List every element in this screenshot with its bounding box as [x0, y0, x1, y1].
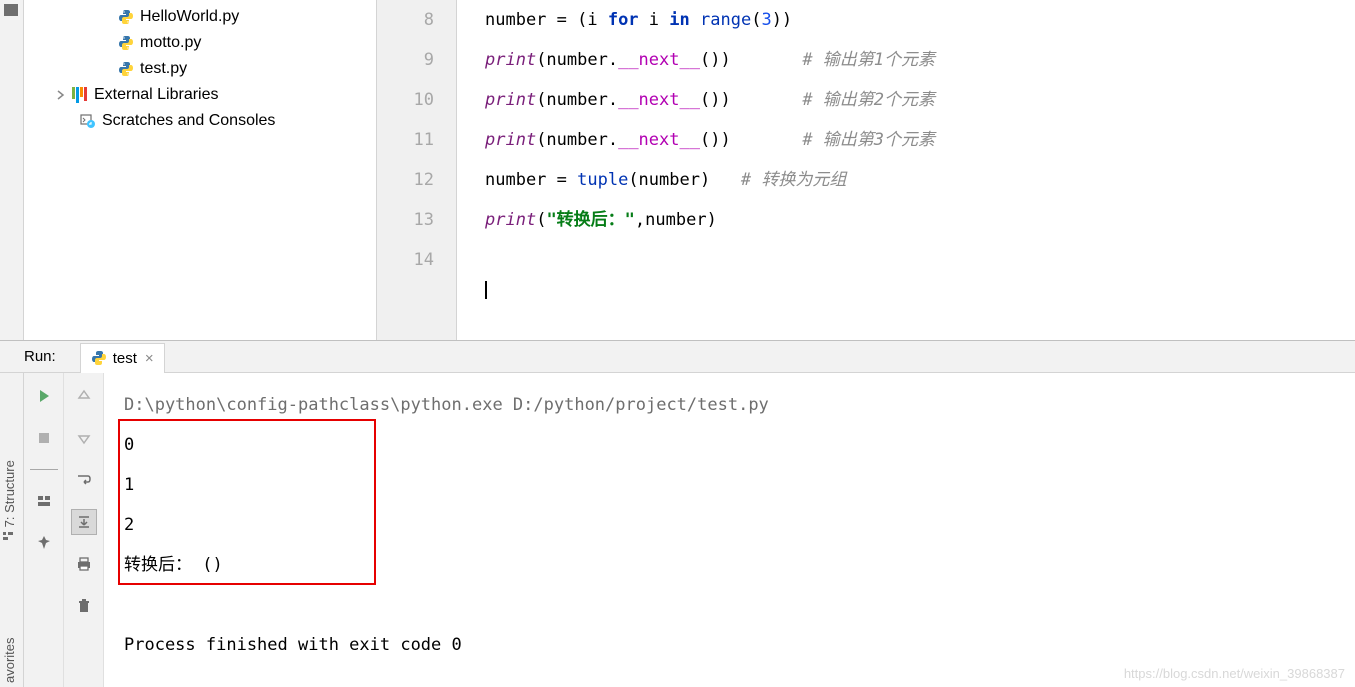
file-motto[interactable]: motto.py — [24, 30, 376, 56]
caret — [485, 280, 1355, 300]
line-gutter: 8 9 10 11 12 13 14 — [377, 0, 457, 340]
run-toolbar-primary — [24, 373, 64, 687]
code-line: print(number.__next__()) # 输出第2个元素 — [485, 80, 1355, 120]
file-helloworld[interactable]: HelloWorld.py — [24, 4, 376, 30]
chevron-right-icon — [52, 90, 70, 100]
line-number: 12 — [377, 160, 434, 200]
console-line: 2 — [124, 505, 1335, 545]
editor[interactable]: 8 9 10 11 12 13 14 number = (i for i in … — [376, 0, 1355, 340]
console-output[interactable]: D:\python\config-pathclass\python.exe D:… — [104, 373, 1355, 687]
line-number: 9 — [377, 40, 434, 80]
library-icon — [70, 87, 90, 103]
watermark: https://blog.csdn.net/weixin_39868387 — [1124, 666, 1345, 681]
stop-button[interactable] — [31, 425, 57, 451]
console-line: 转换后： () — [124, 545, 1335, 585]
print-button[interactable] — [71, 551, 97, 577]
python-file-icon — [116, 9, 136, 25]
file-label: motto.py — [140, 34, 201, 52]
down-button[interactable] — [71, 425, 97, 451]
code-content[interactable]: number = (i for i in range(3)) print(num… — [457, 0, 1355, 340]
favorites-tool-label[interactable]: avorites — [2, 637, 17, 683]
python-icon — [91, 350, 107, 366]
line-number: 14 — [377, 240, 434, 280]
python-file-icon — [116, 61, 136, 77]
line-number: 8 — [377, 0, 434, 40]
python-file-icon — [116, 35, 136, 51]
line-number: 11 — [377, 120, 434, 160]
code-line: print("转换后：",number) — [485, 200, 1355, 240]
run-tab-label: test — [113, 350, 137, 367]
layout-button[interactable] — [31, 488, 57, 514]
scratches-label: Scratches and Consoles — [102, 112, 275, 130]
console-command: D:\python\config-pathclass\python.exe D:… — [124, 385, 1335, 425]
console-exit: Process finished with exit code 0 — [124, 625, 1335, 665]
scratches-consoles[interactable]: Scratches and Consoles — [24, 108, 376, 134]
soft-wrap-button[interactable] — [71, 467, 97, 493]
project-folder-icon — [4, 4, 18, 16]
code-line — [485, 240, 1355, 280]
console-blank — [124, 585, 1335, 625]
left-gutter — [0, 0, 24, 340]
up-button[interactable] — [71, 383, 97, 409]
file-label: HelloWorld.py — [140, 8, 239, 26]
console-line: 1 — [124, 465, 1335, 505]
code-line: number = tuple(number) # 转换为元组 — [485, 160, 1355, 200]
project-tree[interactable]: HelloWorld.py motto.py test.py External … — [24, 0, 376, 340]
divider — [30, 469, 58, 470]
run-label: Run: — [24, 348, 56, 365]
line-number: 10 — [377, 80, 434, 120]
pin-button[interactable] — [31, 530, 57, 556]
rerun-button[interactable] — [31, 383, 57, 409]
console-line: 0 — [124, 425, 1335, 465]
code-line: print(number.__next__()) # 输出第3个元素 — [485, 120, 1355, 160]
trash-button[interactable] — [71, 593, 97, 619]
close-icon[interactable]: × — [145, 350, 154, 367]
scratches-icon — [78, 113, 98, 129]
external-libraries-label: External Libraries — [94, 86, 219, 104]
run-tab[interactable]: test × — [80, 343, 165, 373]
line-number: 13 — [377, 200, 434, 240]
code-line: print(number.__next__()) # 输出第1个元素 — [485, 40, 1355, 80]
run-panel: Run: test × 7: Structure avorites — [0, 340, 1355, 687]
run-header: Run: test × — [0, 341, 1355, 373]
external-libraries[interactable]: External Libraries — [24, 82, 376, 108]
file-label: test.py — [140, 60, 187, 78]
file-test[interactable]: test.py — [24, 56, 376, 82]
scroll-to-end-button[interactable] — [71, 509, 97, 535]
side-tool-column: 7: Structure avorites — [0, 373, 24, 687]
structure-tool-label[interactable]: 7: Structure — [2, 460, 17, 543]
code-line: number = (i for i in range(3)) — [485, 0, 1355, 40]
run-toolbar-secondary — [64, 373, 104, 687]
